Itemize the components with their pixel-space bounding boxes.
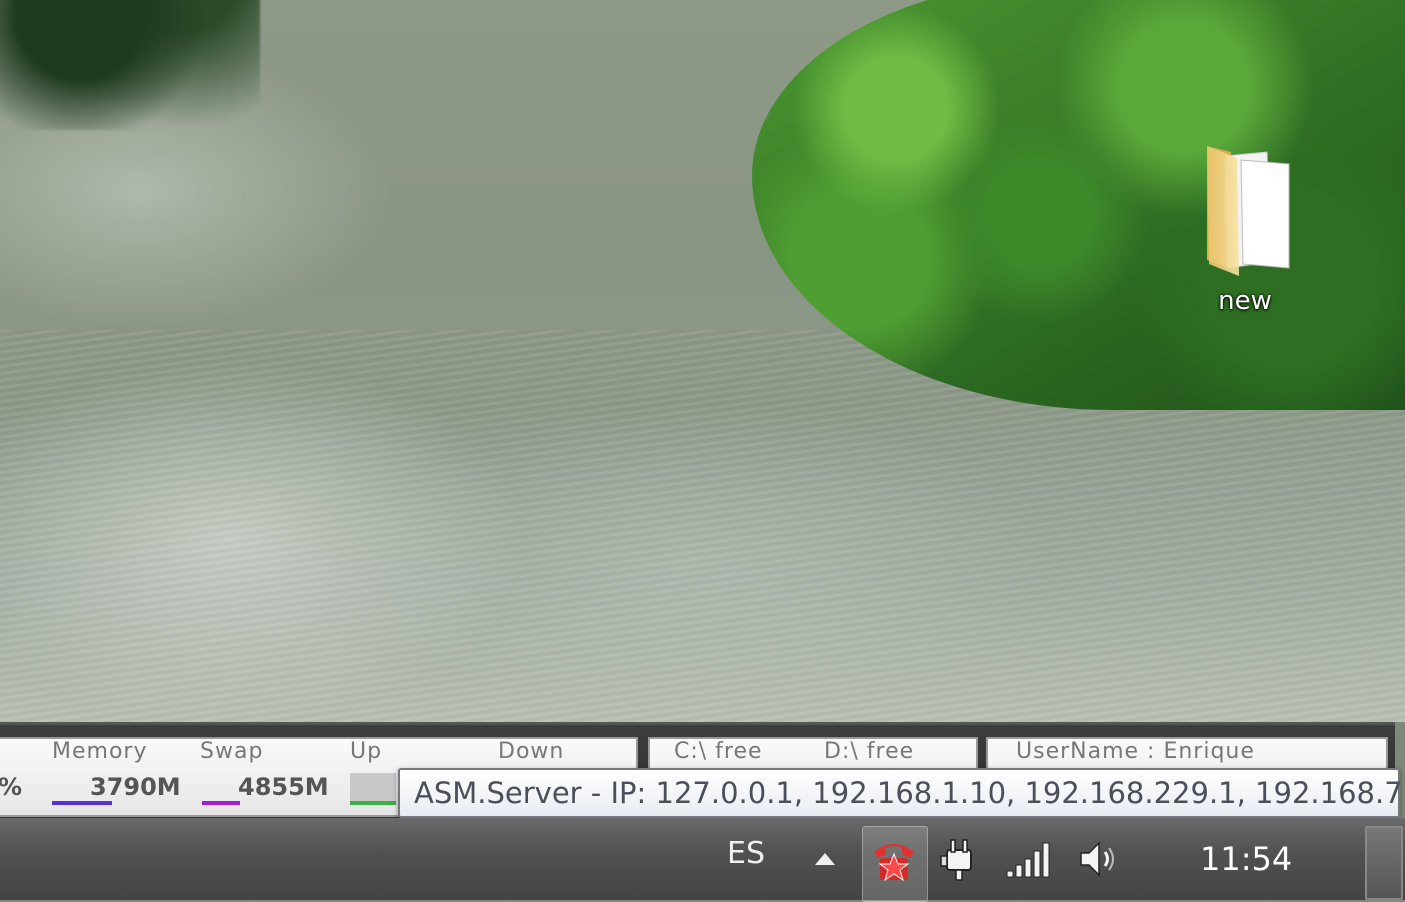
d-drive-free-header: D:\ free (824, 739, 915, 764)
volume-button[interactable] (1076, 832, 1120, 886)
username-header: UserName : Enrique (1016, 739, 1255, 764)
asm-server-tray-button[interactable] (864, 832, 924, 886)
swap-value: 4855M (238, 773, 329, 801)
chevron-up-icon (815, 853, 835, 865)
folder-icon (1197, 138, 1293, 278)
c-drive-free-header: C:\ free (674, 739, 763, 764)
upload-graph (350, 773, 396, 803)
network-status-button[interactable] (1004, 832, 1054, 886)
swap-bar (202, 801, 240, 805)
memory-value: 3790M (90, 773, 181, 801)
taskbar-clock[interactable]: 11:54 (1200, 840, 1292, 878)
network-signal-icon (1006, 842, 1050, 878)
desktop-wallpaper (0, 0, 1405, 722)
volume-icon (1080, 841, 1114, 877)
asm-server-tooltip: ASM.Server - IP: 127.0.0.1, 192.168.1.10… (398, 768, 1405, 818)
upload-header: Up (350, 739, 383, 764)
swap-header: Swap (200, 739, 264, 764)
show-desktop-button[interactable] (1365, 826, 1403, 900)
memory-bar (52, 801, 112, 805)
desktop-folder-new[interactable]: new (1180, 138, 1310, 328)
telephone-star-icon (874, 844, 914, 882)
power-status-button[interactable] (936, 832, 982, 886)
memory-header: Memory (52, 739, 148, 764)
taskbar: ES 11:54 (0, 818, 1405, 902)
tree-leaves (0, 0, 260, 130)
upload-bar (350, 801, 396, 805)
desktop-icon-label: new (1218, 286, 1272, 316)
language-indicator[interactable]: ES (727, 836, 765, 871)
power-plug-icon (940, 839, 972, 881)
cpu-percent-fragment: % (0, 773, 23, 801)
download-header: Down (498, 739, 565, 764)
show-hidden-icons-button[interactable] (812, 832, 838, 886)
